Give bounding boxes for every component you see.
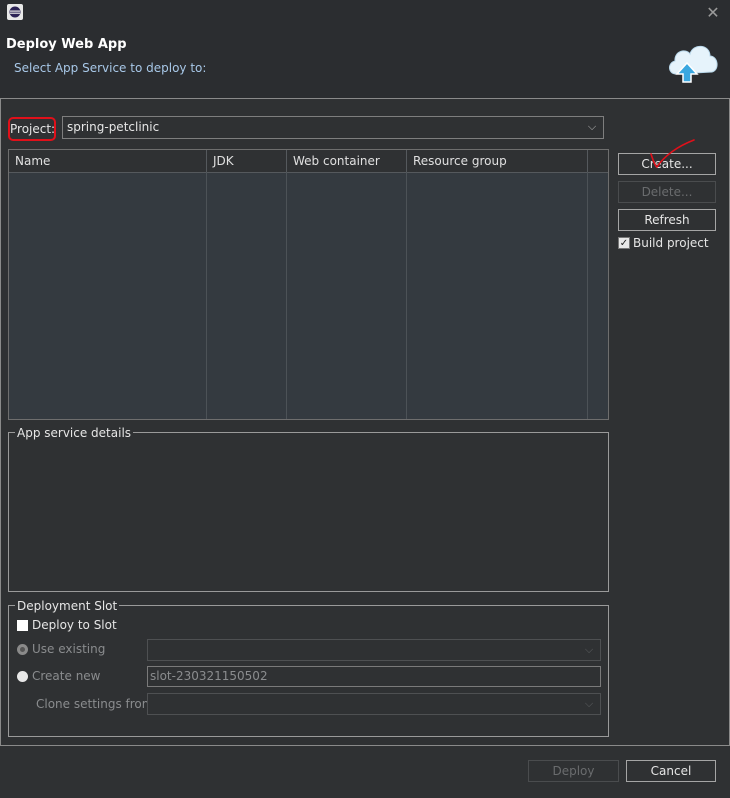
app-service-details-group <box>8 432 609 592</box>
build-project-label: Build project <box>633 236 709 250</box>
close-icon[interactable]: ✕ <box>704 4 722 22</box>
eclipse-icon <box>7 4 23 20</box>
checkmark-annotation <box>650 139 695 169</box>
column-header-name[interactable]: Name <box>9 150 207 172</box>
table-header: Name JDK Web container Resource group <box>9 150 608 173</box>
create-new-label: Create new <box>32 669 101 683</box>
refresh-button[interactable]: Refresh <box>618 209 716 231</box>
column-divider <box>286 172 287 419</box>
clone-settings-label: Clone settings from <box>36 697 154 711</box>
delete-button[interactable]: Delete... <box>618 181 716 203</box>
column-header-jdk[interactable]: JDK <box>207 150 287 172</box>
chevron-down-icon: ⌵ <box>584 643 594 656</box>
project-select[interactable]: spring-petclinic ⌵ <box>62 116 604 139</box>
dialog-title: Deploy Web App <box>6 37 127 52</box>
project-select-value: spring-petclinic <box>67 120 160 134</box>
deploy-to-slot-checkbox[interactable] <box>17 620 28 631</box>
chevron-down-icon: ⌵ <box>587 120 597 133</box>
cancel-button[interactable]: Cancel <box>626 760 716 782</box>
dialog-subtitle: Select App Service to deploy to: <box>14 61 207 75</box>
app-service-details-legend: App service details <box>15 426 134 440</box>
clone-settings-select[interactable]: ⌵ <box>147 693 601 715</box>
webapp-table[interactable]: Name JDK Web container Resource group <box>8 149 609 420</box>
cloud-upload-icon <box>669 45 718 83</box>
deploy-button[interactable]: Deploy <box>528 760 619 782</box>
chevron-down-icon: ⌵ <box>584 697 594 710</box>
column-header-filler <box>588 150 608 172</box>
use-existing-radio[interactable] <box>17 644 28 655</box>
column-divider <box>587 172 588 419</box>
title-bar <box>0 0 730 26</box>
deploy-to-slot-label: Deploy to Slot <box>32 618 117 632</box>
deployment-slot-legend: Deployment Slot <box>15 599 120 613</box>
build-project-checkbox[interactable]: ✓ <box>618 237 630 249</box>
column-header-resource-group[interactable]: Resource group <box>407 150 588 172</box>
new-slot-name-value: slot-230321150502 <box>150 669 268 683</box>
column-header-web-container[interactable]: Web container <box>287 150 407 172</box>
dialog-footer <box>0 746 730 798</box>
use-existing-label: Use existing <box>32 642 106 656</box>
existing-slot-select[interactable]: ⌵ <box>147 639 601 661</box>
project-label: Project: <box>8 117 56 141</box>
column-divider <box>406 172 407 419</box>
create-new-radio[interactable] <box>17 671 28 682</box>
column-divider <box>206 172 207 419</box>
new-slot-name-input[interactable]: slot-230321150502 <box>147 666 601 687</box>
